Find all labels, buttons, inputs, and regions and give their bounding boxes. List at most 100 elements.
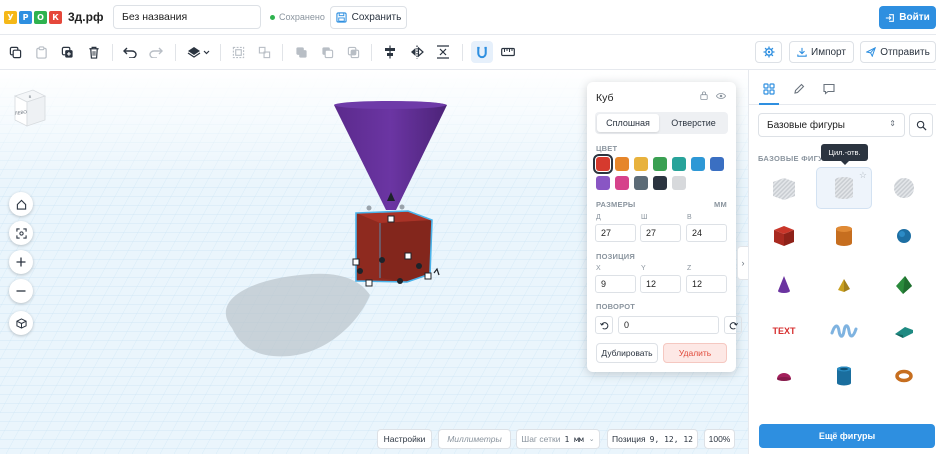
- shape-box[interactable]: [756, 215, 812, 257]
- group-icon[interactable]: [229, 43, 247, 61]
- copy-icon[interactable]: [6, 43, 24, 61]
- position-z-field[interactable]: 12: [686, 275, 727, 293]
- plus-icon: [16, 257, 26, 267]
- color-swatch[interactable]: [596, 176, 610, 190]
- login-button[interactable]: Войти: [879, 6, 936, 29]
- size-section-title: РАЗМЕРЫ: [596, 200, 636, 209]
- save-button[interactable]: Сохранить: [330, 6, 407, 29]
- color-swatch[interactable]: [634, 176, 648, 190]
- color-swatch[interactable]: [615, 176, 629, 190]
- ruler-icon[interactable]: [499, 43, 517, 61]
- rotate-left-button[interactable]: [595, 316, 613, 334]
- shape-cylinder[interactable]: [816, 215, 872, 257]
- star-icon[interactable]: ☆: [859, 170, 867, 181]
- tab-edit[interactable]: [789, 79, 809, 99]
- zoom-out-button[interactable]: [9, 279, 33, 303]
- shape-torus[interactable]: [876, 355, 932, 397]
- align-icon[interactable]: [381, 43, 399, 61]
- shape-half-sphere[interactable]: [756, 355, 812, 397]
- workplane-icon[interactable]: [186, 43, 212, 61]
- tab-comments[interactable]: [819, 79, 839, 99]
- cruise-icon[interactable]: [434, 43, 452, 61]
- grid-step-select[interactable]: Шаг сетки 1 мм ⌄: [516, 429, 600, 449]
- position-x-field[interactable]: 9: [595, 275, 636, 293]
- lock-icon[interactable]: [700, 91, 708, 103]
- units-button[interactable]: Миллиметры: [438, 429, 511, 449]
- import-button[interactable]: Импорт: [789, 41, 854, 63]
- active-tab-indicator: [759, 103, 779, 105]
- shape-scribble[interactable]: [816, 310, 872, 352]
- rotate-right-button[interactable]: [724, 316, 742, 334]
- duplicate-button[interactable]: Дублировать: [596, 343, 658, 363]
- trash-icon[interactable]: [85, 43, 103, 61]
- delete-button[interactable]: Удалить: [663, 343, 727, 363]
- shape-sphere-hole[interactable]: [876, 167, 932, 209]
- height-field[interactable]: 24: [686, 224, 727, 242]
- x-label: X: [596, 265, 601, 272]
- save-status-text: Сохранено: [279, 12, 325, 22]
- document-name-input[interactable]: Без названия: [113, 5, 261, 29]
- view-cube[interactable]: В ЛЕВО: [13, 88, 47, 128]
- mirror-icon[interactable]: [408, 43, 426, 61]
- color-swatch[interactable]: [710, 157, 724, 171]
- pyramid-icon: [838, 279, 850, 292]
- projection-button[interactable]: [9, 311, 33, 335]
- eye-icon[interactable]: [715, 91, 727, 103]
- color-swatch[interactable]: [634, 157, 648, 171]
- boolean-intersect-icon[interactable]: [344, 43, 362, 61]
- more-shapes-button[interactable]: Ещё фигуры: [759, 424, 935, 448]
- zoom-level[interactable]: 100%: [704, 429, 735, 449]
- redo-icon[interactable]: [147, 43, 165, 61]
- fit-view-button[interactable]: [9, 221, 33, 245]
- rotation-field[interactable]: 0: [618, 316, 719, 334]
- chevron-down-icon: ⌄: [588, 436, 595, 443]
- color-swatch[interactable]: [672, 176, 686, 190]
- units-label: Миллиметры: [447, 434, 502, 444]
- logo[interactable]: У Р О К 3д.рф: [4, 10, 103, 24]
- color-swatch[interactable]: [672, 157, 686, 171]
- shape-roof[interactable]: [876, 264, 932, 306]
- import-button-label: Импорт: [811, 46, 846, 58]
- send-icon: [866, 47, 877, 57]
- login-button-label: Войти: [899, 12, 930, 23]
- shape-cylinder-hole[interactable]: ☆: [816, 167, 872, 209]
- tab-shapes[interactable]: [759, 79, 779, 99]
- shape-library-select[interactable]: Базовые фигуры ⇕: [758, 113, 905, 137]
- shape-sphere[interactable]: [876, 215, 932, 257]
- solid-mode-button[interactable]: Сплошная: [597, 114, 659, 132]
- width-field[interactable]: 27: [640, 224, 681, 242]
- color-swatch[interactable]: [653, 157, 667, 171]
- cone-icon: [778, 276, 790, 293]
- magnet-icon[interactable]: [471, 41, 493, 63]
- shape-wedge[interactable]: [876, 310, 932, 352]
- collapse-panel-button[interactable]: ›: [737, 246, 748, 280]
- y-label: Y: [641, 265, 646, 272]
- color-swatch[interactable]: [615, 157, 629, 171]
- home-view-button[interactable]: [9, 192, 33, 216]
- shape-tube[interactable]: [816, 355, 872, 397]
- shape-cone[interactable]: [756, 264, 812, 306]
- shape-box-hole[interactable]: [756, 167, 812, 209]
- shapes-panel: Базовые фигуры ⇕ БАЗОВЫЕ ФИГУРЫ ☆ Цил.-о…: [748, 70, 936, 454]
- download-icon: [797, 47, 807, 57]
- shape-pyramid[interactable]: [816, 264, 872, 306]
- paste-icon[interactable]: [32, 43, 50, 61]
- settings-bottom-button[interactable]: Настройки: [377, 429, 432, 449]
- duplicate-icon[interactable]: [58, 43, 76, 61]
- position-y-field[interactable]: 12: [640, 275, 681, 293]
- search-shapes-button[interactable]: [909, 113, 933, 137]
- ungroup-icon[interactable]: [255, 43, 273, 61]
- boolean-subtract-icon[interactable]: [318, 43, 336, 61]
- zoom-in-button[interactable]: [9, 250, 33, 274]
- undo-icon[interactable]: [121, 43, 139, 61]
- length-field[interactable]: 27: [595, 224, 636, 242]
- color-swatch[interactable]: [691, 157, 705, 171]
- boolean-union-icon[interactable]: [292, 43, 310, 61]
- color-swatch[interactable]: [593, 154, 613, 174]
- settings-button[interactable]: [755, 41, 782, 63]
- hole-mode-button[interactable]: Отверстие: [661, 114, 726, 132]
- color-swatch[interactable]: [653, 176, 667, 190]
- shape-text[interactable]: TEXT: [756, 310, 812, 352]
- saved-dot-icon: [270, 14, 275, 20]
- send-button[interactable]: Отправить: [860, 41, 936, 63]
